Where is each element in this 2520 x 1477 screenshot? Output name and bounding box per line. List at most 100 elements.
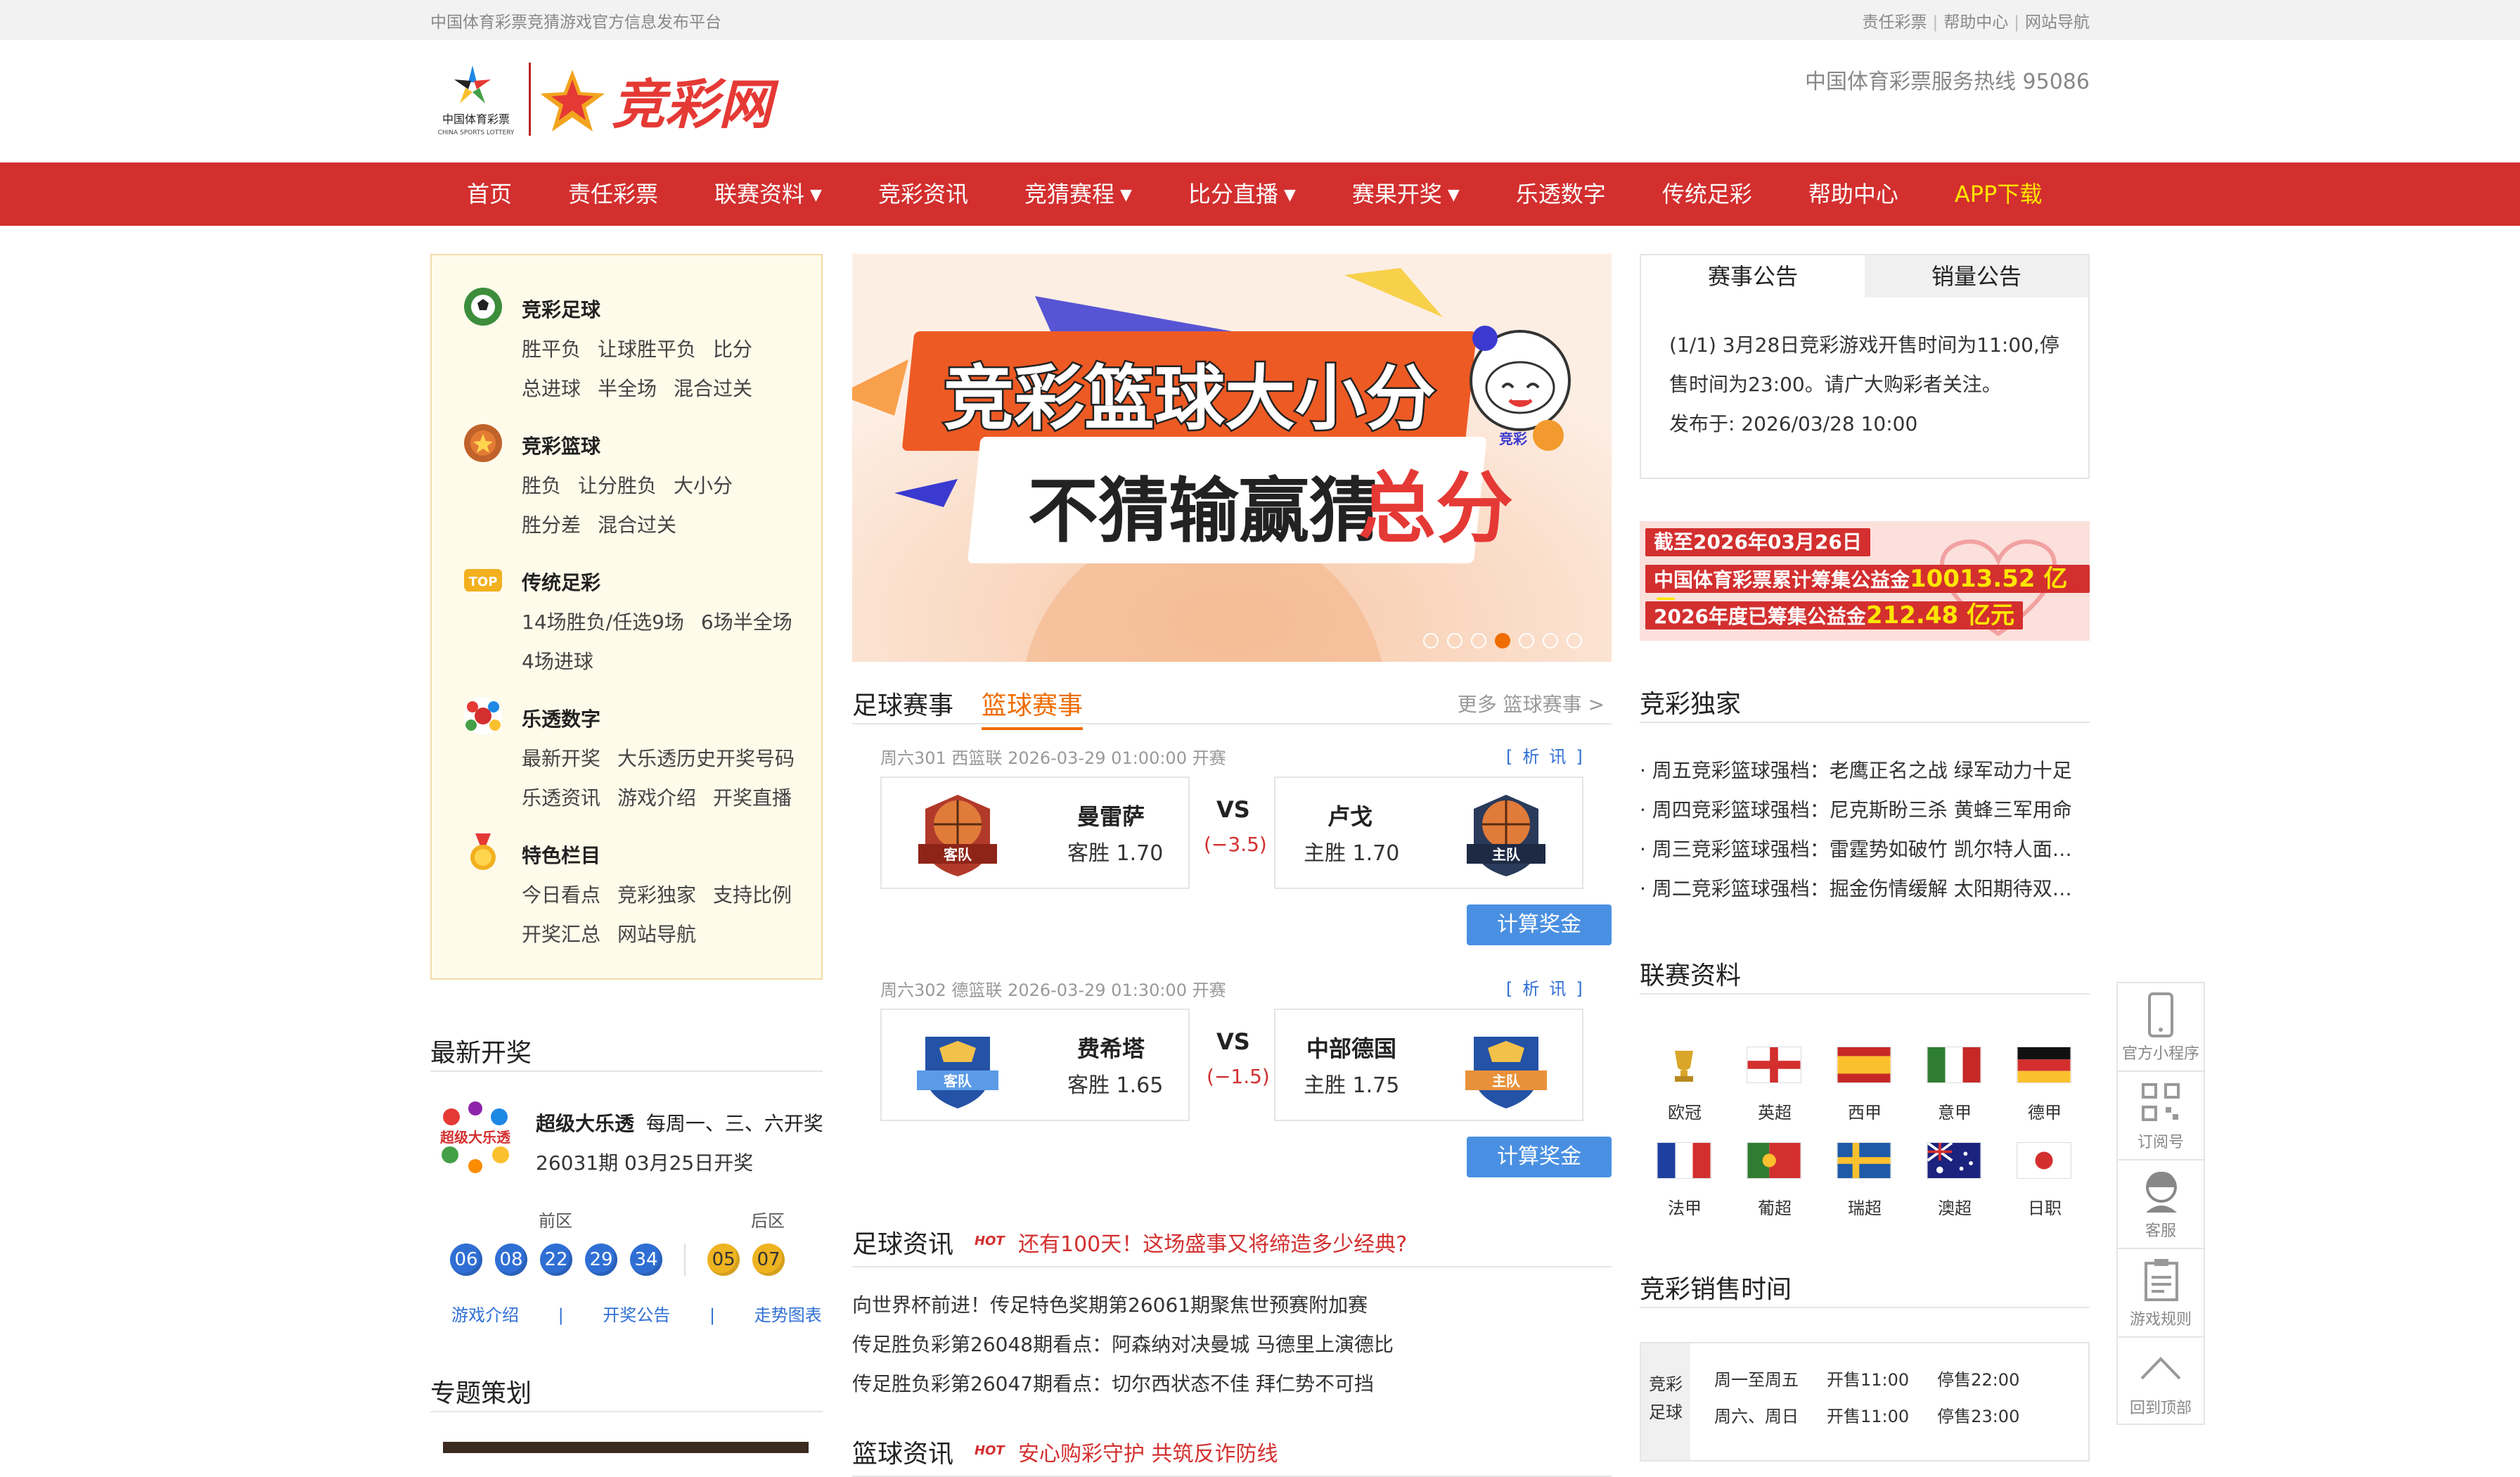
nav-results[interactable]: 赛果开奖 ▼: [1324, 162, 1488, 226]
news-item[interactable]: 传足胜负彩第26048期看点：阿森纳对决曼城 马德里上演德比: [852, 1329, 1394, 1357]
home-odds[interactable]: 主胜 1.75: [1304, 1068, 1399, 1099]
nav-league-data[interactable]: 联赛资料 ▼: [686, 162, 850, 226]
divider: [1640, 1307, 2090, 1308]
vs-label: VS: [1216, 796, 1250, 823]
more-basketball-link[interactable]: 更多 篮球赛事 >: [1458, 689, 1605, 717]
football-news-title[interactable]: 足球资讯: [852, 1224, 953, 1260]
basketball-headline[interactable]: 安心购彩守护 共筑反诈防线: [1018, 1436, 1278, 1467]
leagues-title[interactable]: 联赛资料: [1640, 955, 1741, 992]
away-odds[interactable]: 客胜 1.70: [1067, 836, 1163, 867]
header: 中国体育彩票 CHINA SPORTS LOTTERY 竞彩网 中国体育彩票服务…: [0, 40, 2520, 162]
calc-prize-button[interactable]: 计算奖金: [1467, 1137, 1612, 1177]
calc-prize-button[interactable]: 计算奖金: [1467, 904, 1612, 945]
carousel-dot[interactable]: [1447, 633, 1462, 648]
nav-news[interactable]: 竞彩资讯: [850, 162, 996, 226]
link-game-intro[interactable]: 游戏介绍: [451, 1305, 519, 1325]
analysis-link[interactable]: [析讯]: [1506, 743, 1593, 767]
sale-time-row: 周一至周五 开售11:00 停售22:00: [1714, 1370, 2020, 1390]
exclusive-item[interactable]: · 周四竞彩篮球强档：尼克斯盼三杀 黄蜂三军用命: [1640, 795, 2072, 823]
italy-flag-icon[interactable]: [1927, 1047, 1981, 1083]
news-item[interactable]: 向世界杯前进！传足特色奖期第26061期聚焦世预赛附加赛: [852, 1290, 1368, 1318]
tab-football[interactable]: 足球赛事: [852, 685, 953, 722]
germany-flag-icon[interactable]: [2017, 1047, 2071, 1083]
nav-lotto[interactable]: 乐透数字: [1488, 162, 1634, 226]
portugal-flag-icon[interactable]: [1747, 1142, 1801, 1179]
away-odds[interactable]: 客胜 1.65: [1067, 1068, 1163, 1099]
carousel-dot[interactable]: [1423, 633, 1439, 648]
vs-label: VS: [1216, 1028, 1250, 1055]
exclusive-item[interactable]: · 周三竞彩篮球强档：雷霆势如破竹 凯尔特人面…: [1640, 834, 2072, 862]
japan-flag-icon[interactable]: [2017, 1142, 2071, 1179]
top-links: 责任彩票 | 帮助中心 | 网站导航: [1862, 13, 2090, 32]
china-sports-lottery-logo[interactable]: 中国体育彩票 CHINA SPORTS LOTTERY: [430, 61, 522, 139]
home-odds[interactable]: 主胜 1.70: [1304, 836, 1399, 867]
chevron-down-icon: ▼: [1120, 186, 1132, 204]
logo-divider: [529, 63, 531, 136]
mascot-tag: 竞彩: [1499, 430, 1527, 447]
service-hotline: 中国体育彩票服务热线 95086: [1805, 70, 2090, 94]
top-link-sitemap[interactable]: 网站导航: [2025, 13, 2090, 32]
super-lotto-logo[interactable]: 超级大乐透: [437, 1099, 513, 1175]
special-thumbnail[interactable]: [443, 1442, 809, 1453]
sale-time-label: 竞彩足球: [1641, 1343, 1690, 1460]
promo-banner[interactable]: 竞彩篮球大小分 不猜输赢猜 总分 竞彩: [852, 254, 1612, 662]
logo-cn-text: 中国体育彩票: [442, 113, 510, 126]
ucl-trophy-icon[interactable]: [1657, 1047, 1711, 1083]
carousel-dot[interactable]: [1543, 633, 1558, 648]
away-team-card[interactable]: 客队 费希塔 客胜 1.65: [880, 1009, 1190, 1121]
football-news-header: 足球资讯 HOT 还有100天！这场盛事又将缔造多少经典?: [852, 1221, 1612, 1267]
away-team-card[interactable]: 客队 曼雷萨 客胜 1.70: [880, 776, 1190, 889]
notice-text[interactable]: (1/1) 3月28日竞彩游戏开售时间为11:00,停售时间为23:00。请广大…: [1669, 326, 2063, 404]
mini-program-button[interactable]: 官方小程序: [2118, 983, 2204, 1072]
link-trend-chart[interactable]: 走势图表: [754, 1305, 822, 1325]
customer-service-button[interactable]: 客服: [2118, 1160, 2204, 1249]
france-flag-icon[interactable]: [1657, 1142, 1711, 1179]
back-to-top-button[interactable]: 回到顶部: [2118, 1338, 2204, 1425]
draw-game-name[interactable]: 超级大乐透: [536, 1112, 634, 1135]
exclusive-item[interactable]: · 周二竞彩篮球强档：掘金伤情缓解 太阳期待双…: [1640, 874, 2072, 902]
top-link-help[interactable]: 帮助中心: [1943, 13, 2008, 32]
home-team-badge-icon: 主队: [1467, 795, 1545, 876]
welfare-fund-banner[interactable]: 截至2026年03月26日 中国体育彩票累计筹集公益金10013.52 亿元 2…: [1640, 521, 2090, 641]
exclusive-item[interactable]: · 周五竞彩篮球强档：老鹰正名之战 绿军动力十足: [1640, 755, 2072, 784]
link-draw-notice[interactable]: 开奖公告: [603, 1305, 670, 1325]
analysis-link[interactable]: [析讯]: [1506, 975, 1593, 999]
nav-schedule[interactable]: 竞猜赛程 ▼: [996, 162, 1160, 226]
tab-basketball[interactable]: 篮球赛事: [982, 685, 1084, 730]
nav-traditional[interactable]: 传统足彩: [1634, 162, 1780, 226]
nav-live-score[interactable]: 比分直播 ▼: [1160, 162, 1324, 226]
nav-responsible[interactable]: 责任彩票: [540, 162, 686, 226]
main-nav: 首页 责任彩票 联赛资料 ▼ 竞彩资讯 竞猜赛程 ▼ 比分直播 ▼ 赛果开奖 ▼ 乐透数…: [0, 162, 2520, 226]
football-headline[interactable]: 还有100天！这场盛事又将缔造多少经典?: [1018, 1227, 1407, 1258]
top-bar: 中国体育彩票竞猜游戏官方信息发布平台 责任彩票 | 帮助中心 | 网站导航: [0, 0, 2520, 41]
england-flag-icon[interactable]: [1747, 1047, 1801, 1083]
home-team-badge-icon: 主队: [1465, 1037, 1547, 1108]
medal-icon: [470, 833, 496, 870]
subscribe-button[interactable]: 订阅号: [2118, 1072, 2204, 1160]
exclusive-title[interactable]: 竞彩独家: [1640, 684, 1741, 720]
home-team-card[interactable]: 卢戈 主胜 1.70 主队: [1274, 776, 1583, 889]
divider: [430, 1411, 823, 1412]
home-team-card[interactable]: 中部德国 主胜 1.75 主队: [1274, 1009, 1583, 1121]
sweden-flag-icon[interactable]: [1837, 1142, 1891, 1179]
brand-text: 竞彩网: [612, 73, 779, 136]
tab-sales-notice[interactable]: 销量公告: [1865, 255, 2088, 298]
spain-flag-icon[interactable]: [1837, 1047, 1891, 1083]
nav-home[interactable]: 首页: [430, 162, 540, 226]
carousel-dot[interactable]: [1471, 633, 1486, 648]
jingcai-logo[interactable]: 竞彩网: [541, 65, 809, 139]
news-item[interactable]: 传足胜负彩第26047期看点：切尔西状态不佳 拜仁势不可挡: [852, 1369, 1374, 1397]
carousel-dot[interactable]: [1567, 633, 1582, 648]
divider: [1640, 722, 2090, 723]
chevron-down-icon: ▼: [1447, 186, 1460, 204]
top-link-responsible[interactable]: 责任彩票: [1863, 13, 1927, 32]
carousel-dot-active[interactable]: [1495, 633, 1510, 648]
carousel-dot[interactable]: [1519, 633, 1534, 648]
game-rules-button[interactable]: 游戏规则: [2118, 1249, 2204, 1338]
banner-line2a: 不猜输赢猜: [1028, 470, 1380, 552]
basketball-news-title[interactable]: 篮球资讯: [852, 1433, 953, 1470]
tab-match-notice[interactable]: 赛事公告: [1641, 255, 1865, 298]
nav-app-download[interactable]: APP下载: [1927, 162, 2071, 226]
nav-help[interactable]: 帮助中心: [1780, 162, 1927, 226]
australia-flag-icon[interactable]: [1927, 1142, 1981, 1179]
